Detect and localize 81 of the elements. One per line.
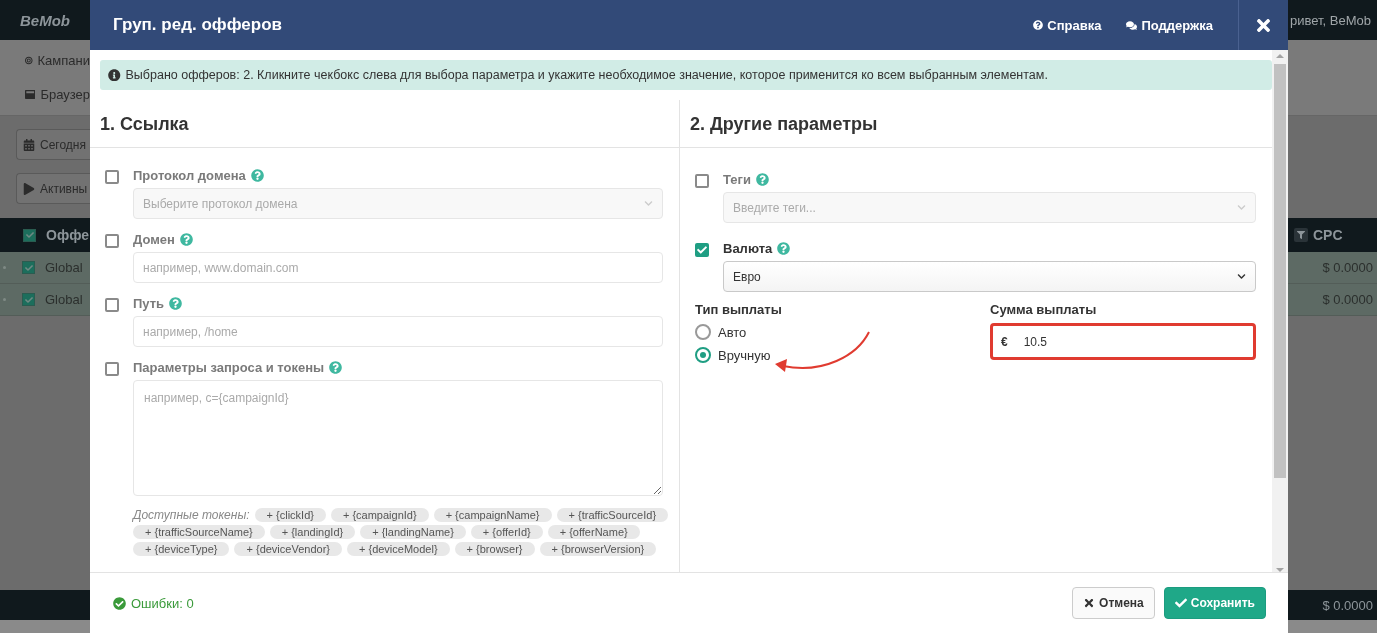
token-chip[interactable]: + {landingName}	[360, 525, 466, 539]
check-icon	[1174, 597, 1187, 609]
checkbox[interactable]	[105, 362, 119, 376]
token-chip[interactable]: + {landingId}	[269, 525, 356, 539]
window-icon	[25, 87, 36, 101]
column-header: CPC	[1313, 227, 1343, 243]
scrollbar[interactable]	[0, 620, 90, 633]
radio-button[interactable]	[695, 324, 711, 340]
tokens-label: Доступные токены:	[133, 508, 250, 522]
menu-item[interactable]: Кампани	[25, 53, 90, 69]
check-icon	[24, 295, 33, 304]
radio-button[interactable]	[695, 347, 711, 363]
checkbox[interactable]	[22, 293, 35, 306]
help-icon	[1033, 20, 1044, 30]
field-label: Теги	[723, 172, 1256, 187]
token-chip[interactable]: + {campaignName}	[433, 508, 552, 522]
help-icon	[777, 242, 791, 255]
check-icon	[25, 231, 34, 239]
filter-icon[interactable]	[1294, 228, 1308, 242]
help-icon	[169, 297, 183, 310]
total-cell: $ 0.0000	[1322, 597, 1373, 613]
play-icon	[23, 182, 35, 195]
token-chip[interactable]: + {deviceModel}	[347, 542, 450, 556]
field-label: Протокол домена	[133, 168, 663, 183]
checkbox[interactable]	[22, 261, 35, 274]
calendar-icon	[23, 138, 35, 151]
section-title: 1. Ссылка	[90, 100, 679, 148]
help-icon	[755, 173, 769, 186]
logo: BeMob	[20, 11, 70, 29]
token-chip[interactable]: + {browserVersion}	[539, 542, 657, 556]
support-link[interactable]: Поддержка	[1126, 17, 1213, 33]
token-chip[interactable]: + {campaignId}	[330, 508, 429, 522]
token-chip[interactable]: + {offerName}	[547, 525, 640, 539]
dialog-title: Груп. ред. офферов	[113, 15, 283, 35]
token-chip[interactable]: + {deviceType}	[133, 542, 230, 556]
menu-item[interactable]: Браузер	[25, 86, 90, 102]
chevron-icon	[1237, 272, 1246, 281]
checkbox[interactable]	[695, 243, 709, 257]
payout-amount-label: Сумма выплаты	[990, 302, 1098, 317]
table-cell: $ 0.0000	[1322, 292, 1373, 307]
field-label: Валюта	[723, 241, 1256, 256]
token-chip[interactable]: + {trafficSourceName}	[133, 525, 265, 539]
check-icon	[24, 263, 33, 272]
help-link[interactable]: Справка	[1033, 17, 1102, 33]
scrollbar[interactable]	[1288, 620, 1377, 633]
table-cell: Global	[45, 292, 83, 307]
table-cell: $ 0.0000	[1322, 260, 1373, 275]
help-icon	[179, 233, 193, 246]
checkbox[interactable]	[105, 170, 119, 184]
token-chip[interactable]: + {clickId}	[254, 508, 326, 522]
token-chip[interactable]: + {offerId}	[470, 525, 543, 539]
table-cell: Global	[45, 260, 83, 275]
checkbox[interactable]	[695, 174, 709, 188]
info-icon	[108, 68, 121, 82]
help-icon	[329, 361, 343, 374]
checkbox[interactable]	[105, 298, 119, 312]
token-chip[interactable]: + {browser}	[454, 542, 535, 556]
checkbox[interactable]	[105, 234, 119, 248]
info-text: Выбрано офферов: 2. Кликните чекбокс слева для выбора параметра и укажите необходимое значение, которое применится ко всем выбранным элементам.	[125, 68, 1048, 82]
field-label: Параметры запроса и токены	[133, 360, 663, 375]
token-chip[interactable]: + {deviceVendor}	[234, 542, 342, 556]
chevron-icon	[1237, 203, 1246, 212]
token-chip[interactable]: + {trafficSourceId}	[556, 508, 669, 522]
radio-option[interactable]: Вручную	[695, 347, 961, 363]
field-label: Домен	[133, 232, 663, 247]
cancel-button[interactable]: Отмена	[1072, 587, 1155, 619]
amount-field[interactable]: € 10.5	[990, 323, 1256, 360]
chevron-icon	[644, 199, 653, 208]
scrollbar[interactable]	[1272, 50, 1288, 572]
section-title: 2. Другие параметры	[680, 100, 1272, 148]
payout-type-label: Тип выплаты	[695, 302, 783, 317]
radio-option[interactable]: Авто	[695, 324, 961, 340]
errors-status: Ошибки: 0	[131, 595, 194, 611]
close-icon	[1083, 597, 1096, 609]
column-header: Оффе	[46, 227, 89, 243]
user-greeting: ривет, BeMob	[1290, 12, 1371, 28]
checkbox[interactable]	[23, 228, 36, 242]
field-label: Путь	[133, 296, 663, 311]
help-icon	[250, 169, 264, 182]
select-field[interactable]: Евро	[723, 261, 1256, 292]
chat-icon	[1126, 19, 1138, 31]
